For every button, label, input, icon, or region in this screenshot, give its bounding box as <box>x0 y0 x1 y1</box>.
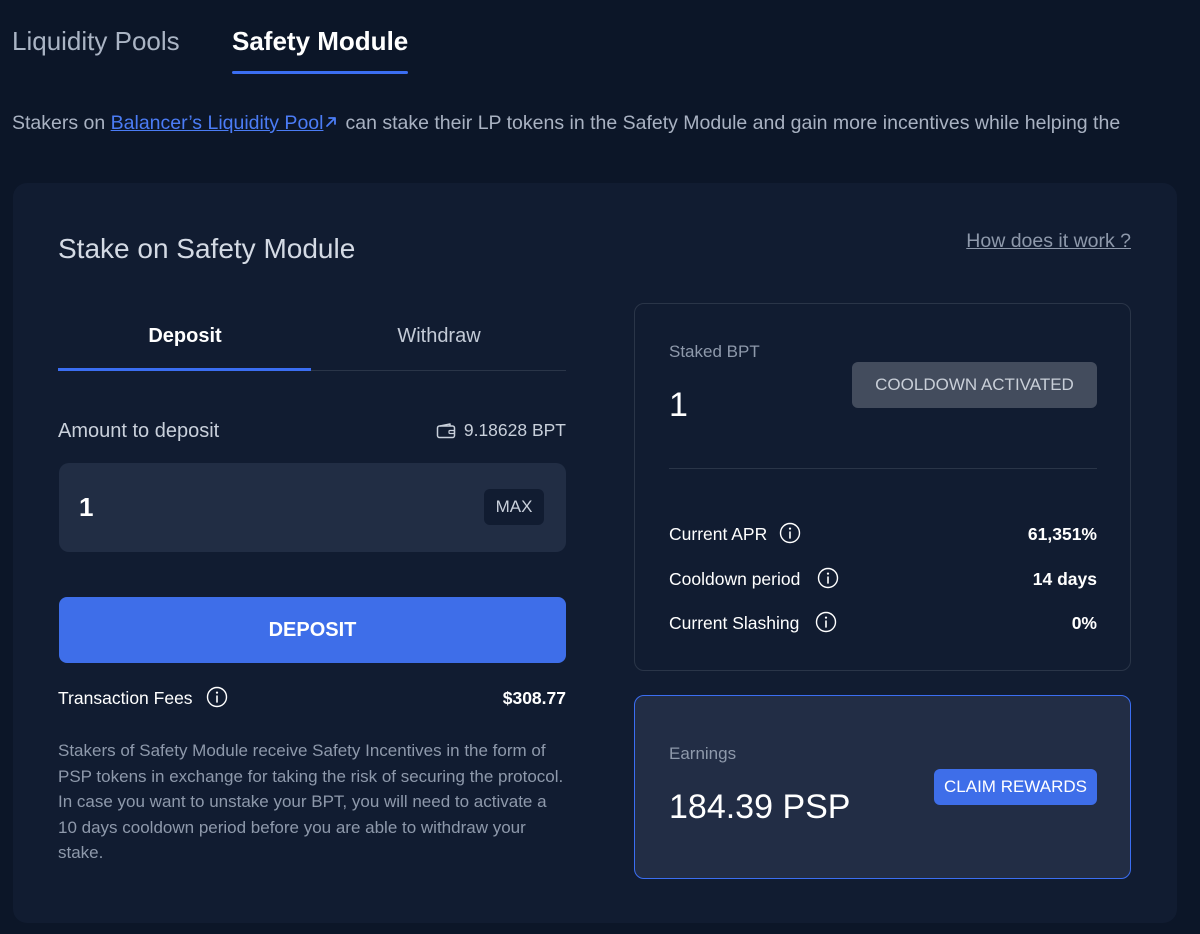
deposit-withdraw-tabs: Deposit Withdraw <box>58 303 566 371</box>
balancer-pool-link[interactable]: Balancer’s Liquidity Pool <box>111 112 324 134</box>
earnings-label: Earnings <box>669 744 737 763</box>
safety-module-description: Stakers of Safety Module receive Safety … <box>58 741 564 862</box>
tab-safety-module[interactable]: Safety Module <box>232 26 408 57</box>
amount-label: Amount to deposit <box>58 420 220 442</box>
intro-text: Stakers on Balancer’s Liquidity Pool can … <box>12 112 1200 135</box>
staked-panel: Staked BPT 1 COOLDOWN ACTIVATED Current … <box>634 303 1131 671</box>
tab-liquidity-pools[interactable]: Liquidity Pools <box>12 26 180 57</box>
stat-value: 0% <box>1071 613 1097 633</box>
how-does-it-work-link[interactable]: How does it work ? <box>966 230 1131 253</box>
staked-bpt-value: 1 <box>669 386 688 424</box>
staked-bpt-label: Staked BPT <box>669 342 760 361</box>
amount-input-box: MAX <box>59 463 566 552</box>
tab-deposit[interactable]: Deposit <box>58 325 312 348</box>
deposit-tab-underline <box>58 368 311 371</box>
earnings-panel: Earnings 184.39 PSP CLAIM REWARDS <box>634 695 1131 879</box>
top-tabs: Liquidity Pools Safety Module <box>0 0 1200 80</box>
stat-label: Cooldown period <box>669 569 801 589</box>
external-link-icon[interactable] <box>323 114 339 130</box>
fees-value: $308.77 <box>502 688 566 708</box>
stat-value: 14 days <box>1032 569 1097 589</box>
intro-suffix: can stake their LP tokens in the Safety … <box>345 112 1121 134</box>
cooldown-activated-button[interactable]: COOLDOWN ACTIVATED <box>852 362 1097 408</box>
stat-row-apr: Current APR 61,351% <box>669 521 1097 547</box>
stat-label: Current Slashing <box>669 613 800 633</box>
balance-value: 9.18628 BPT <box>463 420 566 440</box>
intro-prefix: Stakers on <box>12 112 111 134</box>
divider <box>669 468 1097 469</box>
transaction-fees-row: Transaction Fees $308.77 <box>58 684 566 710</box>
info-icon[interactable] <box>779 522 801 544</box>
wallet-icon <box>436 422 456 438</box>
tab-withdraw[interactable]: Withdraw <box>312 325 566 348</box>
info-icon[interactable] <box>817 567 839 589</box>
earnings-value: 184.39 PSP <box>669 788 851 826</box>
stake-card: Stake on Safety Module How does it work … <box>13 183 1177 923</box>
stat-label: Current APR <box>669 524 768 544</box>
deposit-button[interactable]: DEPOSIT <box>59 597 566 663</box>
card-title: Stake on Safety Module <box>58 233 356 264</box>
active-tab-underline <box>232 71 408 74</box>
stat-row-cooldown: Cooldown period 14 days <box>669 566 1097 592</box>
stat-value: 61,351% <box>1027 524 1097 544</box>
stat-row-slashing: Current Slashing 0% <box>669 610 1097 636</box>
info-icon[interactable] <box>206 686 228 708</box>
fees-label: Transaction Fees <box>58 688 193 708</box>
amount-input[interactable] <box>79 485 459 529</box>
info-icon[interactable] <box>815 611 837 633</box>
wallet-balance: 9.18628 BPT <box>436 420 566 441</box>
max-button[interactable]: MAX <box>484 489 544 525</box>
claim-rewards-button[interactable]: CLAIM REWARDS <box>934 769 1097 805</box>
